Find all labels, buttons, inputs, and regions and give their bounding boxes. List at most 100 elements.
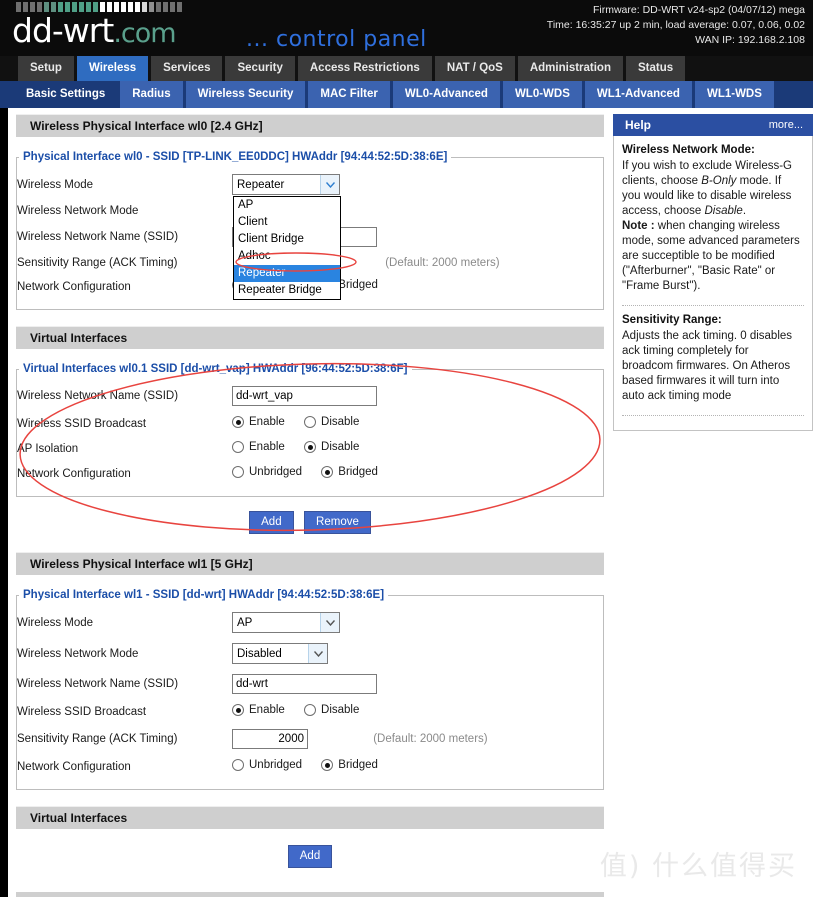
label-vif0-ap-isolation: AP Isolation <box>17 442 79 455</box>
wl0-wireless-mode-option-repeater-bridge[interactable]: Repeater Bridge <box>234 282 340 299</box>
main-column: Wireless Physical Interface wl0 [2.4 GHz… <box>16 114 604 897</box>
vif0-broadcast-disable-radio[interactable]: Disable <box>304 416 359 428</box>
logo-bar <box>121 2 126 12</box>
wan-ip-line: WAN IP: 192.168.2.108 <box>695 34 805 46</box>
wl1-broadcast-enable-radio[interactable]: Enable <box>232 704 285 716</box>
row-wl1-ssid: Wireless Network Name (SSID) <box>17 669 603 699</box>
radio-indicator <box>321 466 334 478</box>
wl0-wireless-mode-option-client-bridge[interactable]: Client Bridge <box>234 231 340 248</box>
legend-vif0: Virtual Interfaces wl0.1 SSID [dd-wrt_va… <box>23 363 408 375</box>
radio-indicator <box>304 704 317 716</box>
label-wl1-network-mode: Wireless Network Mode <box>17 647 139 660</box>
logo-bar <box>149 2 154 12</box>
radio-indicator <box>321 759 334 771</box>
main-nav-item-administration[interactable]: Administration <box>517 56 623 81</box>
wl0-wireless-mode-option-client[interactable]: Client <box>234 214 340 231</box>
footer-action-bar: Save Apply Settings Cancel Changes <box>16 892 604 897</box>
vif0-apisolation-enable-radio[interactable]: Enable <box>232 441 285 453</box>
vif0-remove-button[interactable]: Remove <box>304 511 371 534</box>
logo-bar <box>128 2 133 12</box>
wl0-wireless-mode-option-list[interactable]: AP Client Client Bridge Adhoc Repeater Repeat… <box>233 196 341 300</box>
vif0-apisolation-disable-label: Disable <box>321 441 360 453</box>
main-nav-item-status[interactable]: Status <box>625 56 686 81</box>
wl1-netconfig-bridged-radio[interactable]: Bridged <box>321 759 378 771</box>
chevron-down-icon[interactable] <box>320 175 339 194</box>
radio-indicator <box>232 759 244 771</box>
brand-wordmark: dd-wrt.com <box>12 14 182 51</box>
row-vif0-broadcast: Wireless SSID Broadcast Enable Disable <box>17 411 603 436</box>
brand-name: dd-wrt <box>12 11 114 50</box>
logo-bar <box>114 2 119 12</box>
sub-nav-item-radius[interactable]: Radius <box>120 81 183 108</box>
wl1-ssid-input[interactable] <box>232 674 377 694</box>
cell-vif0-ap-isolation: Enable Disable <box>232 436 603 461</box>
vif0-ssid-input[interactable] <box>232 386 377 406</box>
sub-nav-item-wl1-wds[interactable]: WL1-WDS <box>694 81 774 108</box>
sub-nav-list: Basic Settings Radius Wireless Security MAC… <box>0 81 813 108</box>
wl0-wireless-mode-option-adhoc[interactable]: Adhoc <box>234 248 340 265</box>
brand-logo: dd-wrt.com <box>12 2 182 51</box>
main-nav-item-security[interactable]: Security <box>225 56 295 81</box>
main-nav-item-nat-qos[interactable]: NAT / QoS <box>434 56 515 81</box>
help-text: Adjusts the ack timing. 0 disables ack t… <box>622 330 793 402</box>
radio-indicator <box>232 441 244 453</box>
sub-nav-item-mac-filter[interactable]: MAC Filter <box>308 81 390 108</box>
vif0-apisolation-disable-radio[interactable]: Disable <box>304 441 359 453</box>
cell-vif0-ssid <box>232 381 603 411</box>
radio-indicator <box>304 416 317 428</box>
fieldset-wl1: Physical Interface wl1 - SSID [dd-wrt] H… <box>16 589 604 790</box>
vif0-netconfig-bridged-radio[interactable]: Bridged <box>321 466 378 478</box>
logo-bar <box>156 2 161 12</box>
page-header: dd-wrt.com ... control panel Firmware: D… <box>0 0 813 56</box>
label-vif0-ssid: Wireless Network Name (SSID) <box>17 390 179 402</box>
label-wl1-sensitivity: Sensitivity Range (ACK Timing) <box>17 733 178 745</box>
vif0-broadcast-disable-label: Disable <box>321 416 360 428</box>
main-nav-item-services[interactable]: Services <box>151 56 223 81</box>
sub-nav-item-wl1-advanced[interactable]: WL1-Advanced <box>584 81 692 108</box>
vif0-broadcast-enable-radio[interactable]: Enable <box>232 416 285 428</box>
wl0-wireless-mode-option-ap[interactable]: AP <box>234 197 340 214</box>
help-heading: Sensitivity Range: <box>622 314 722 326</box>
wl1-netconfig-unbridged-radio[interactable]: Unbridged <box>232 759 302 771</box>
chevron-down-icon[interactable] <box>308 644 327 663</box>
chevron-down-icon[interactable] <box>320 613 339 632</box>
time-line: Time: 16:35:27 up 2 min, load average: 0… <box>546 19 805 31</box>
content-area: Wireless Physical Interface wl0 [2.4 GHz… <box>8 108 813 897</box>
help-section-sensitivity: Sensitivity Range: Adjusts the ack timin… <box>614 306 812 406</box>
radio-indicator <box>304 441 317 453</box>
wl0-wireless-mode-select[interactable]: Repeater AP Client Client Bridge Adhoc Repea… <box>232 174 341 300</box>
vif0-netconfig-unbridged-radio[interactable]: Unbridged <box>232 466 302 478</box>
site-watermark: 值) 什么值得买 <box>599 851 797 882</box>
main-nav-list: Setup Wireless Services Security Access Rest… <box>0 56 813 81</box>
section-header-wl1: Wireless Physical Interface wl1 [5 GHz] <box>16 552 604 575</box>
sub-nav-item-wireless-security[interactable]: Wireless Security <box>185 81 306 108</box>
vif0-netconfig-unbridged-label: Unbridged <box>249 466 303 478</box>
cell-wl1-network-mode: Disabled <box>232 638 603 669</box>
wl1-broadcast-disable-radio[interactable]: Disable <box>304 704 359 716</box>
wl0-wireless-mode-option-repeater[interactable]: Repeater <box>234 265 340 282</box>
help-more-link[interactable]: more... <box>769 114 803 136</box>
wl1-wireless-mode-select[interactable]: AP <box>232 612 340 633</box>
vif1-add-button[interactable]: Add <box>287 845 333 868</box>
main-nav-item-access-restrictions[interactable]: Access Restrictions <box>297 56 432 81</box>
main-nav-item-setup[interactable]: Setup <box>18 56 74 81</box>
wl1-network-mode-select[interactable]: Disabled <box>232 643 328 664</box>
label-wl1-ssid: Wireless Network Name (SSID) <box>17 678 179 690</box>
section-header-vif1: Virtual Interfaces <box>16 806 604 829</box>
main-nav-item-wireless[interactable]: Wireless <box>76 56 149 81</box>
sub-nav-item-basic-settings[interactable]: Basic Settings <box>14 81 118 108</box>
legend-wl0: Physical Interface wl0 - SSID [TP-LINK_E… <box>23 151 448 163</box>
sub-nav-item-wl0-wds[interactable]: WL0-WDS <box>502 81 582 108</box>
section-header-wl0: Wireless Physical Interface wl0 [2.4 GHz… <box>16 114 604 137</box>
label-wl0-ssid: Wireless Network Name (SSID) <box>17 231 179 243</box>
cell-vif0-netconfig: Unbridged Bridged <box>232 461 603 486</box>
row-wl1-broadcast: Wireless SSID Broadcast Enable Disable <box>17 699 603 724</box>
radio-indicator <box>232 416 244 428</box>
wl1-sensitivity-input[interactable] <box>232 729 308 749</box>
label-vif0-broadcast: Wireless SSID Broadcast <box>17 417 147 430</box>
vif0-add-button[interactable]: Add <box>249 511 294 534</box>
form-vif0: Wireless Network Name (SSID) Wireless SS… <box>17 381 603 486</box>
row-wl1-netconfig: Network Configuration Unbridged Bridged <box>17 754 603 779</box>
fieldset-vif0: Virtual Interfaces wl0.1 SSID [dd-wrt_va… <box>16 363 604 497</box>
sub-nav-item-wl0-advanced[interactable]: WL0-Advanced <box>392 81 500 108</box>
